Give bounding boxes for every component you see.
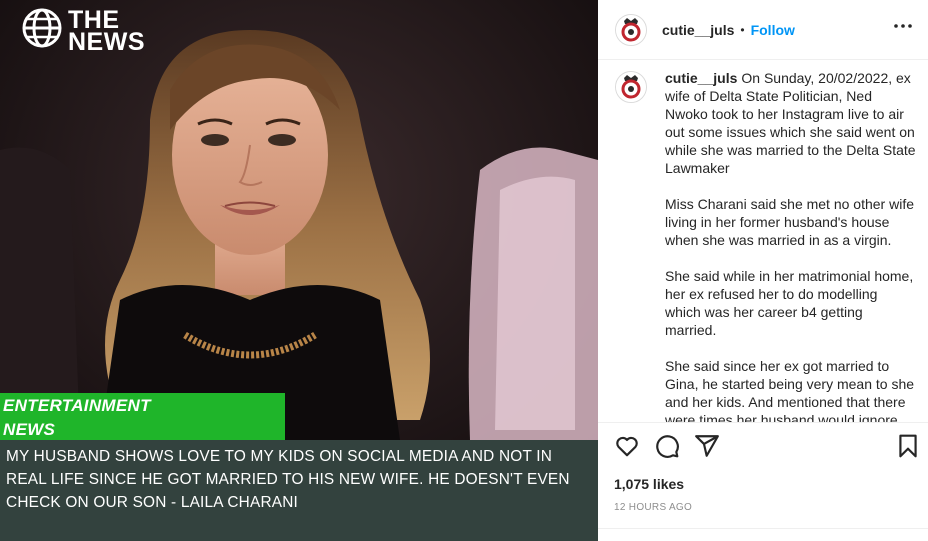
post-timestamp[interactable]: 12 HOURS AGO — [614, 502, 692, 513]
tag-line-1: ENTERTAINMENT — [3, 396, 151, 415]
bookmark-icon[interactable] — [895, 433, 921, 459]
post-side-panel: cutie__juls • Follow cutie__juls On Sund… — [598, 0, 928, 541]
avatar[interactable] — [615, 13, 647, 46]
likes-count[interactable]: 1,075 likes — [614, 476, 684, 492]
logo-wordmark: THE NEWS — [68, 7, 145, 56]
heart-icon[interactable] — [614, 433, 640, 459]
action-bar — [598, 423, 928, 469]
avatar-image — [616, 14, 646, 45]
caption-paragraph: Miss Charani said she met no other wife … — [665, 196, 914, 248]
globe-icon — [22, 8, 62, 53]
instagram-post: THE NEWS ENTERTAINMENT NEWS MY HUSBAND S… — [0, 0, 928, 541]
caption-paragraph: She said while in her matrimonial home, … — [665, 268, 914, 338]
logo-line-2: NEWS — [68, 27, 145, 56]
post-media[interactable]: THE NEWS ENTERTAINMENT NEWS MY HUSBAND S… — [0, 0, 598, 541]
username-link[interactable]: cutie__juls — [662, 22, 734, 38]
avatar[interactable] — [615, 71, 647, 103]
caption-section[interactable]: cutie__juls On Sunday, 20/02/2022, ex wif… — [598, 60, 928, 423]
category-tag: ENTERTAINMENT NEWS — [0, 393, 285, 440]
more-options-icon[interactable] — [891, 14, 915, 38]
divider — [598, 528, 928, 529]
caption-text: cutie__juls On Sunday, 20/02/2022, ex wif… — [665, 69, 917, 423]
caption-paragraph: cutie__juls On Sunday, 20/02/2022, ex wif… — [665, 69, 917, 177]
post-header: cutie__juls • Follow — [598, 0, 928, 60]
separator-dot: • — [740, 22, 745, 37]
share-icon[interactable] — [694, 433, 720, 459]
comment-icon[interactable] — [654, 433, 680, 459]
caption-paragraph: She said since her ex got married to Gin… — [665, 358, 915, 423]
caption-username-link[interactable]: cutie__juls — [665, 70, 737, 86]
media-headline: MY HUSBAND SHOWS LOVE TO MY KIDS ON SOCI… — [0, 440, 598, 541]
avatar-image — [616, 72, 646, 102]
follow-button[interactable]: Follow — [751, 22, 795, 38]
news-logo: THE NEWS — [22, 7, 145, 56]
tag-line-2: NEWS — [3, 420, 56, 439]
